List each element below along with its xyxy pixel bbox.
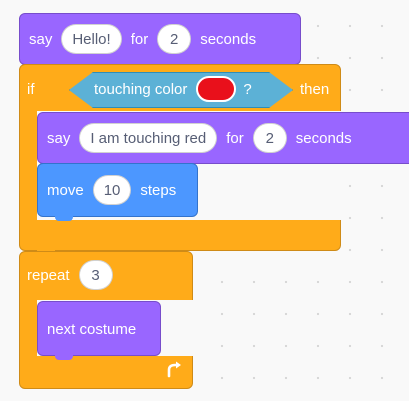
steps-label: steps (140, 181, 177, 199)
seconds-label: seconds (200, 30, 257, 48)
repeat-times-input[interactable]: 3 (78, 260, 113, 290)
if-label: if (27, 80, 35, 98)
next-costume-label: next costume (47, 320, 137, 338)
touching-color-label: touching color (94, 80, 188, 98)
move-steps-input[interactable]: 10 (92, 175, 132, 205)
say-message-input[interactable]: I am touching red (79, 123, 218, 153)
for-label: for (226, 129, 244, 147)
for-label: for (130, 30, 149, 48)
block-notch (55, 216, 73, 221)
then-label: then (300, 80, 330, 98)
repeat-arrow-icon (165, 360, 185, 380)
say-label: say (47, 129, 71, 147)
block-notch (55, 355, 73, 360)
move-label: move (47, 181, 84, 199)
seconds-label: seconds (295, 129, 352, 147)
say-seconds-input[interactable]: 2 (252, 123, 287, 153)
say-seconds-input[interactable]: 2 (157, 24, 192, 54)
color-swatch[interactable] (196, 76, 237, 102)
say-message-input[interactable]: Hello! (61, 24, 122, 54)
say-label: say (29, 30, 53, 48)
question-mark-label: ? (243, 80, 252, 98)
repeat-label: repeat (27, 266, 70, 284)
